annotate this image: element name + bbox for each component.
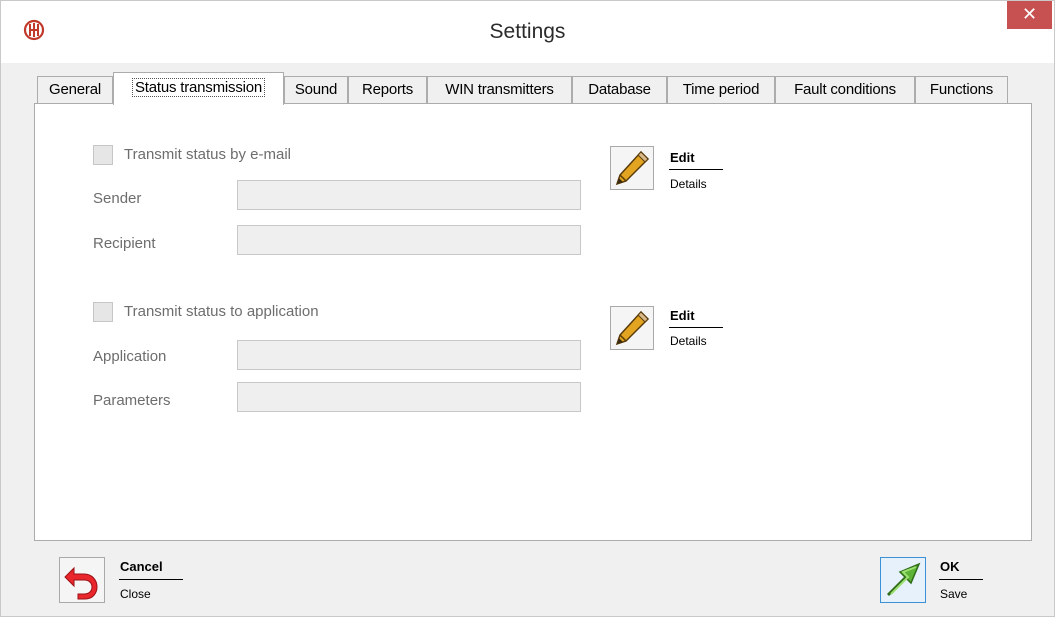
application-checkbox-label: Transmit status to application <box>124 303 319 320</box>
tab-database[interactable]: Database <box>572 76 667 103</box>
pencil-icon <box>615 310 650 346</box>
close-button[interactable]: ✕ <box>1007 1 1052 29</box>
cancel-button[interactable] <box>59 557 105 603</box>
email-edit-subtitle: Details <box>670 177 707 191</box>
green-arrow-icon <box>886 562 921 597</box>
cancel-title: Cancel <box>120 559 163 574</box>
application-label: Application <box>93 348 167 365</box>
recipient-field[interactable] <box>237 225 581 255</box>
tab-label: Sound <box>294 81 338 98</box>
tab-sound[interactable]: Sound <box>284 76 348 103</box>
parameters-label: Parameters <box>93 392 171 409</box>
undo-arrow-icon <box>64 566 98 600</box>
application-edit-divider <box>669 327 723 328</box>
ok-divider <box>939 579 983 580</box>
cancel-subtitle: Close <box>120 587 151 601</box>
email-checkbox-label: Transmit status by e-mail <box>124 146 291 163</box>
email-edit-divider <box>669 169 723 170</box>
tab-label: Fault conditions <box>794 81 896 98</box>
sender-label: Sender <box>93 190 142 207</box>
tab-label: Status transmission <box>131 78 266 97</box>
application-field[interactable] <box>237 340 581 370</box>
tab-label: General <box>49 81 101 98</box>
tab-general[interactable]: General <box>37 76 113 103</box>
title-bar: Settings ✕ <box>1 1 1054 63</box>
tab-fault-conditions[interactable]: Fault conditions <box>775 76 915 103</box>
application-edit-button[interactable] <box>610 306 654 350</box>
application-edit-subtitle: Details <box>670 334 707 348</box>
window-title: Settings <box>489 20 566 43</box>
application-checkbox[interactable] <box>93 302 113 322</box>
tab-functions[interactable]: Functions <box>915 76 1008 103</box>
sender-field[interactable] <box>237 180 581 210</box>
tab-time-period[interactable]: Time period <box>667 76 775 103</box>
pencil-icon <box>615 150 650 186</box>
tab-reports[interactable]: Reports <box>348 76 427 103</box>
tab-win-transmitters[interactable]: WIN transmitters <box>427 76 572 103</box>
email-edit-title: Edit <box>670 150 695 165</box>
close-icon: ✕ <box>1021 4 1038 24</box>
tab-label: Functions <box>929 81 994 98</box>
ok-button[interactable] <box>880 557 926 603</box>
email-edit-button[interactable] <box>610 146 654 190</box>
email-checkbox[interactable] <box>93 145 113 165</box>
application-edit-title: Edit <box>670 308 695 323</box>
settings-window: Settings ✕ General Status transmission S… <box>0 0 1055 617</box>
cancel-divider <box>119 579 183 580</box>
recipient-label: Recipient <box>93 235 156 252</box>
ok-subtitle: Save <box>940 587 968 601</box>
status-transmission-panel: Transmit status by e-mail Sender Recipie… <box>34 103 1032 541</box>
tab-label: Reports <box>361 81 414 98</box>
tab-status-transmission[interactable]: Status transmission <box>113 72 284 105</box>
ok-title: OK <box>940 559 960 574</box>
parameters-field[interactable] <box>237 382 581 412</box>
tab-label: Database <box>588 81 651 98</box>
tab-label: Time period <box>682 81 760 98</box>
tab-label: WIN transmitters <box>445 81 554 98</box>
